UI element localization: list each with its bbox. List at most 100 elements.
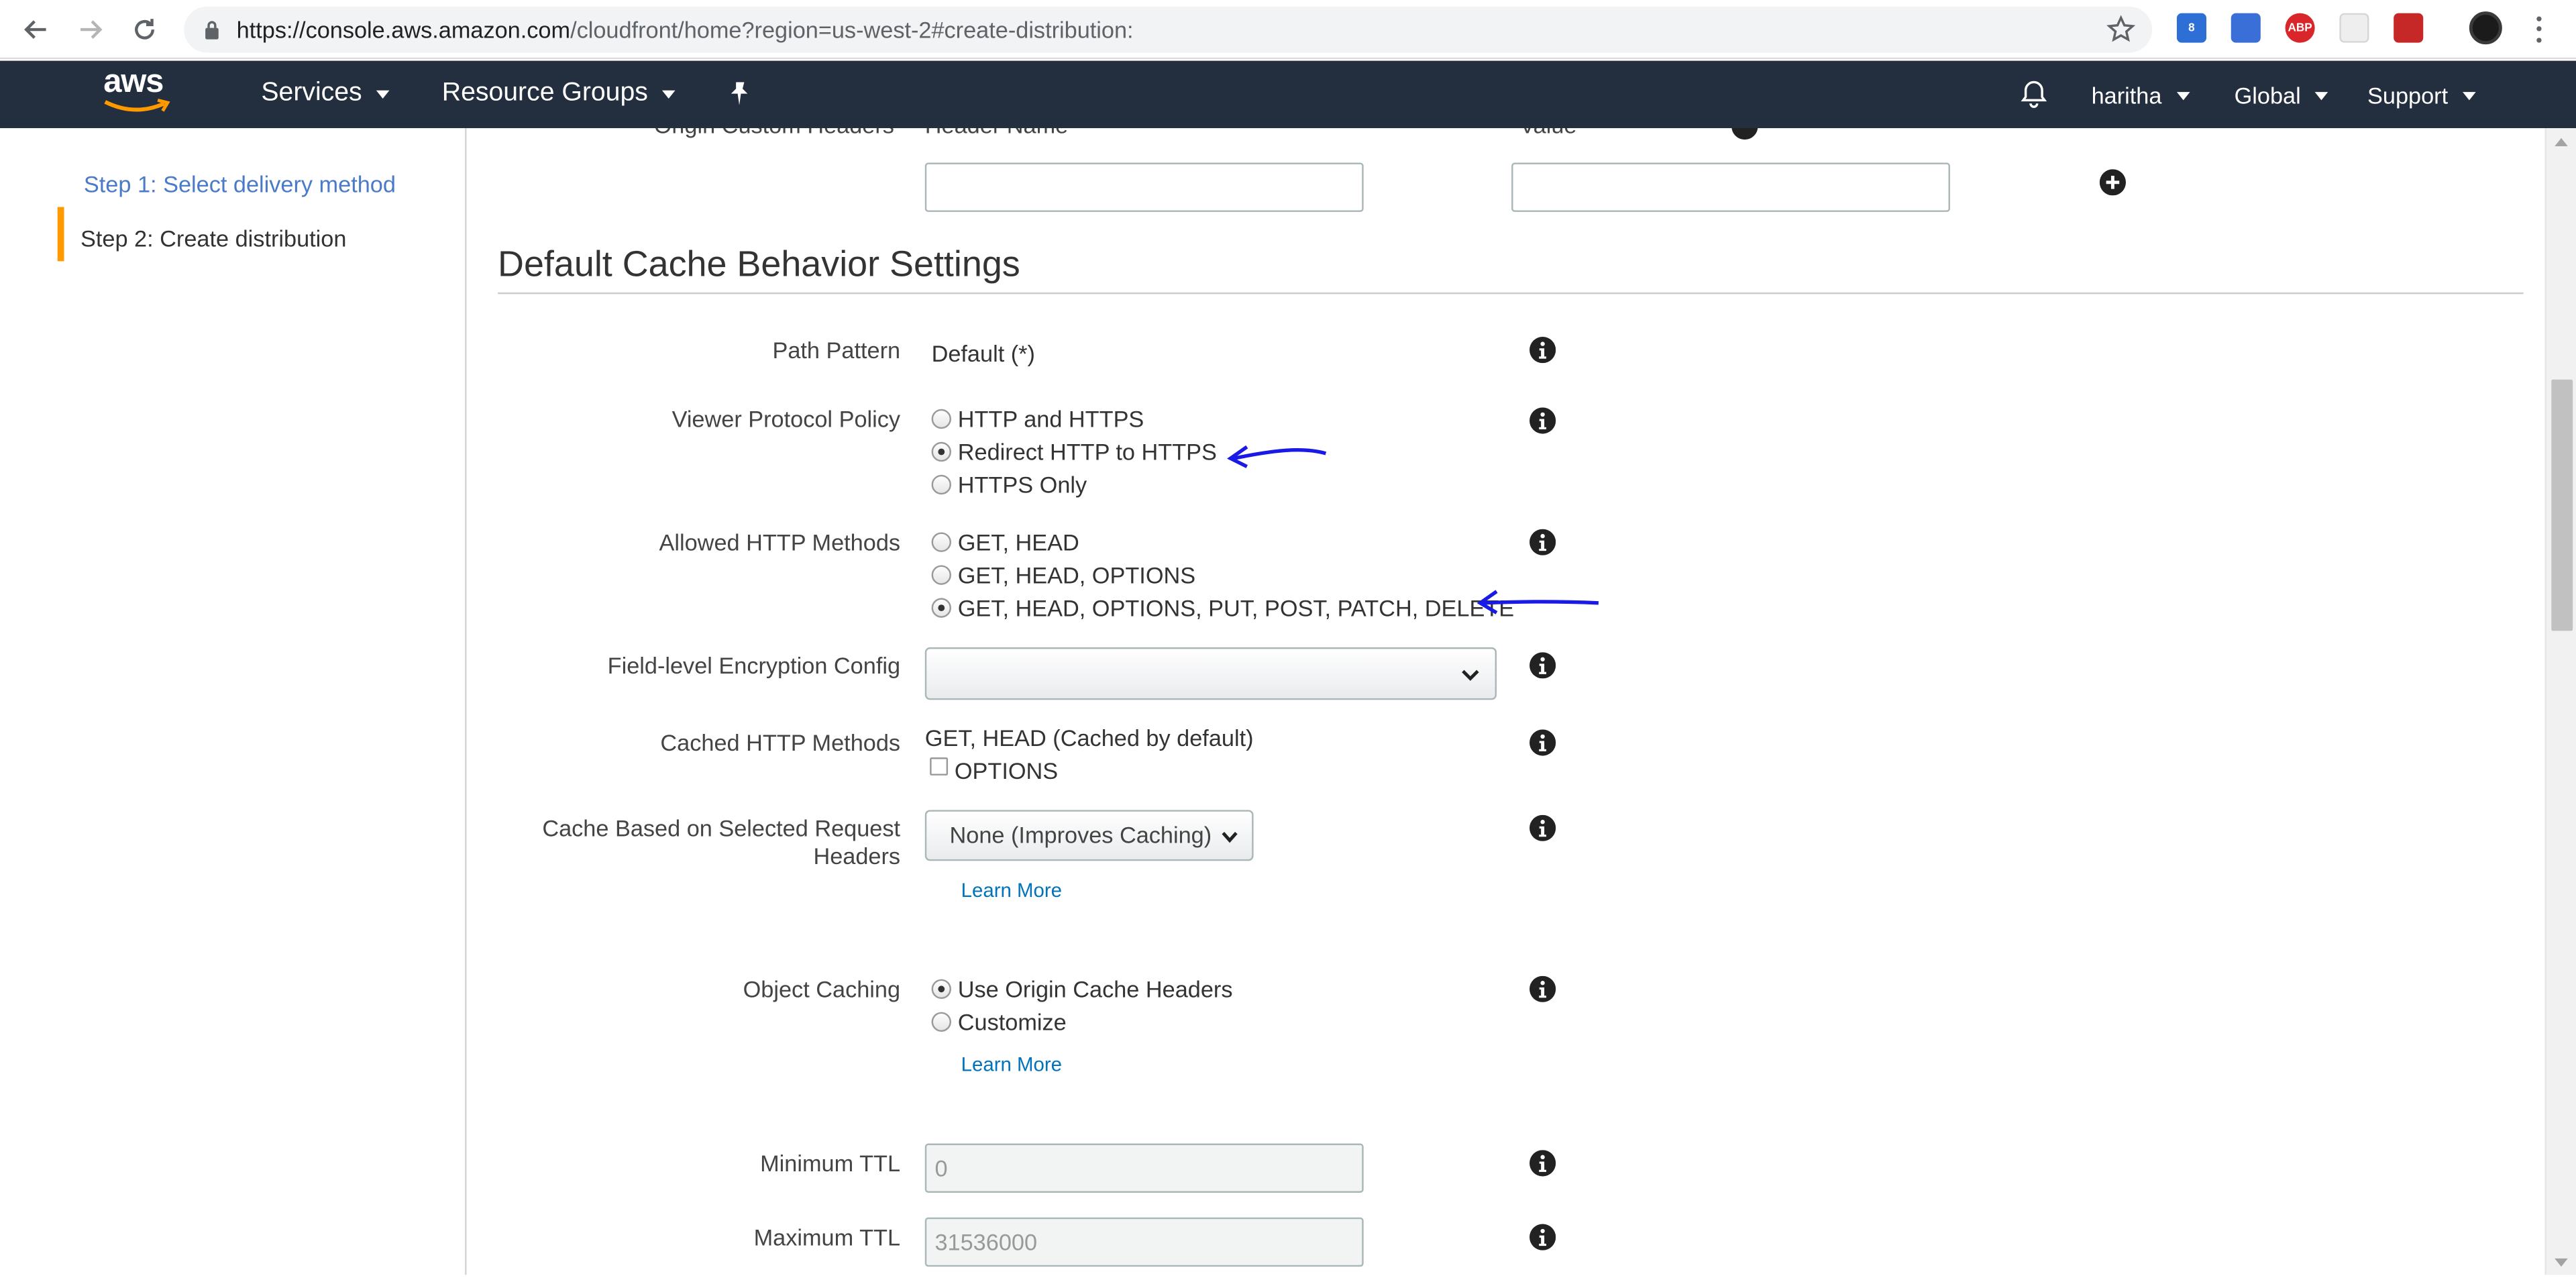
radio-all-methods[interactable]: GET, HEAD, OPTIONS, PUT, POST, PATCH, DE… <box>931 593 1515 623</box>
support-menu[interactable]: Support <box>2367 82 2476 109</box>
radio-http-and-https[interactable]: HTTP and HTTPS <box>931 404 1144 433</box>
extension-d-icon[interactable] <box>2339 13 2369 43</box>
resource-groups-menu[interactable]: Resource Groups <box>442 79 676 109</box>
extension-b-icon[interactable] <box>2231 13 2261 43</box>
path-pattern-value: Default (*) <box>931 339 1035 367</box>
cached-methods-label: Cached HTTP Methods <box>660 729 901 756</box>
viewer-protocol-label: Viewer Protocol Policy <box>672 405 901 433</box>
field-encryption-select[interactable] <box>924 647 1497 700</box>
step-1-link[interactable]: Step 1: Select delivery method <box>84 171 396 197</box>
section-title: Default Cache Behavior Settings <box>498 243 1020 284</box>
radio-get-head-options[interactable]: GET, HEAD, OPTIONS <box>931 560 1195 590</box>
option-label: GET, HEAD <box>957 529 1079 555</box>
options-checkbox-label: OPTIONS <box>954 757 1059 784</box>
info-icon[interactable] <box>1529 407 1556 434</box>
chevron-down-icon <box>1462 670 1479 681</box>
max-ttl-label: Maximum TTL <box>753 1224 901 1250</box>
info-icon[interactable] <box>1529 1224 1556 1250</box>
url-text: https://console.aws.amazon.com/cloudfron… <box>237 16 1134 42</box>
info-icon[interactable] <box>1529 1150 1556 1177</box>
radio-get-head[interactable]: GET, HEAD <box>931 527 1079 557</box>
option-label: Customize <box>957 1008 1067 1035</box>
address-bar[interactable]: https://console.aws.amazon.com/cloudfron… <box>184 6 2153 53</box>
support-label: Support <box>2367 82 2449 109</box>
radio-button[interactable] <box>931 565 951 585</box>
url-host: https://console.aws.amazon.com <box>236 16 571 43</box>
extension-e-icon[interactable] <box>2394 13 2424 43</box>
info-icon[interactable] <box>1731 128 1758 140</box>
radio-button[interactable] <box>931 474 951 495</box>
radio-customize[interactable]: Customize <box>931 1007 1067 1036</box>
chevron-down-icon <box>1222 832 1238 843</box>
info-icon[interactable] <box>1529 652 1556 679</box>
info-icon[interactable] <box>1529 975 1556 1002</box>
min-ttl-label: Minimum TTL <box>760 1150 901 1177</box>
radio-https-only[interactable]: HTTPS Only <box>931 470 1087 499</box>
services-label: Services <box>261 78 362 107</box>
annotation-arrow-icon <box>1227 445 1327 468</box>
notification-bell-icon[interactable] <box>2019 79 2049 109</box>
allowed-methods-label: Allowed HTTP Methods <box>659 529 901 555</box>
pin-icon[interactable] <box>726 81 752 107</box>
header-value-input[interactable] <box>1511 162 1950 212</box>
forward-button[interactable] <box>70 10 110 50</box>
info-icon[interactable] <box>1529 337 1556 364</box>
object-caching-learn-more-link[interactable]: Learn More <box>961 1053 1062 1076</box>
bookmark-star-icon[interactable] <box>2106 15 2136 44</box>
radio-button[interactable] <box>931 1012 951 1032</box>
options-checkbox-row[interactable]: OPTIONS <box>930 756 1058 786</box>
option-label: Use Origin Cache Headers <box>957 975 1233 1002</box>
option-label: HTTPS Only <box>957 471 1087 498</box>
header-name-column: Header Name <box>925 128 1068 138</box>
option-label: GET, HEAD, OPTIONS, PUT, POST, PATCH, DE… <box>957 594 1515 621</box>
lock-icon <box>205 21 219 40</box>
reload-button[interactable] <box>125 10 164 50</box>
radio-use-origin-cache-headers[interactable]: Use Origin Cache Headers <box>931 974 1233 1004</box>
cache-headers-select[interactable]: None (Improves Caching) <box>924 810 1254 861</box>
info-icon[interactable] <box>1529 814 1556 841</box>
wizard-sidebar: Step 1: Select delivery method Step 2: C… <box>0 128 467 1275</box>
radio-button-selected[interactable] <box>931 441 951 462</box>
browser-toolbar: https://console.aws.amazon.com/cloudfron… <box>0 0 2576 60</box>
radio-button-selected[interactable] <box>931 979 951 999</box>
region-label: Global <box>2234 82 2301 109</box>
radio-button-selected[interactable] <box>931 598 951 618</box>
cache-headers-label: Cache Based on Selected Request Headers <box>542 815 900 871</box>
chevron-down-icon <box>2463 91 2476 100</box>
cache-headers-learn-more-link[interactable]: Learn More <box>961 879 1062 902</box>
radio-button[interactable] <box>931 409 951 429</box>
region-menu[interactable]: Global <box>2234 82 2329 109</box>
options-checkbox[interactable] <box>930 756 949 775</box>
scroll-up-arrow-icon[interactable] <box>2555 138 2568 146</box>
info-icon[interactable] <box>1529 529 1556 555</box>
aws-navbar: aws Services Resource Groups haritha Glo… <box>0 60 2576 129</box>
add-header-plus-icon[interactable] <box>2099 169 2127 196</box>
section-divider <box>498 292 2524 295</box>
back-button[interactable] <box>16 10 56 50</box>
adblock-icon[interactable]: ABP <box>2285 13 2315 43</box>
chevron-down-icon <box>376 89 390 98</box>
extension-a-icon[interactable]: 8 <box>2176 13 2207 43</box>
main-content: Origin Custom Headers Header Name Value … <box>468 128 2545 1275</box>
radio-button[interactable] <box>931 532 951 552</box>
services-menu[interactable]: Services <box>261 79 390 109</box>
cached-methods-default: GET, HEAD (Cached by default) <box>924 725 1254 751</box>
browser-menu-icon[interactable] <box>2530 13 2546 46</box>
origin-headers-label: Origin Custom Headers <box>654 128 894 138</box>
chevron-down-icon <box>662 89 676 98</box>
user-menu[interactable]: haritha <box>2092 82 2190 109</box>
page-scrollbar[interactable] <box>2544 128 2576 1275</box>
scroll-down-arrow-icon[interactable] <box>2555 1258 2568 1267</box>
aws-logo[interactable]: aws <box>99 64 174 118</box>
info-icon[interactable] <box>1529 729 1556 756</box>
radio-redirect-http-to-https[interactable]: Redirect HTTP to HTTPS <box>931 437 1217 466</box>
scrollbar-thumb[interactable] <box>2551 379 2573 631</box>
max-ttl-input[interactable]: 31536000 <box>924 1217 1364 1267</box>
chevron-down-icon <box>2176 91 2190 100</box>
header-name-input[interactable] <box>924 162 1364 212</box>
min-ttl-input[interactable]: 0 <box>924 1143 1364 1193</box>
profile-avatar[interactable] <box>2469 11 2502 45</box>
annotation-arrow-icon <box>1477 590 1599 615</box>
aws-smile-icon <box>104 99 170 112</box>
option-label: HTTP and HTTPS <box>957 405 1144 433</box>
